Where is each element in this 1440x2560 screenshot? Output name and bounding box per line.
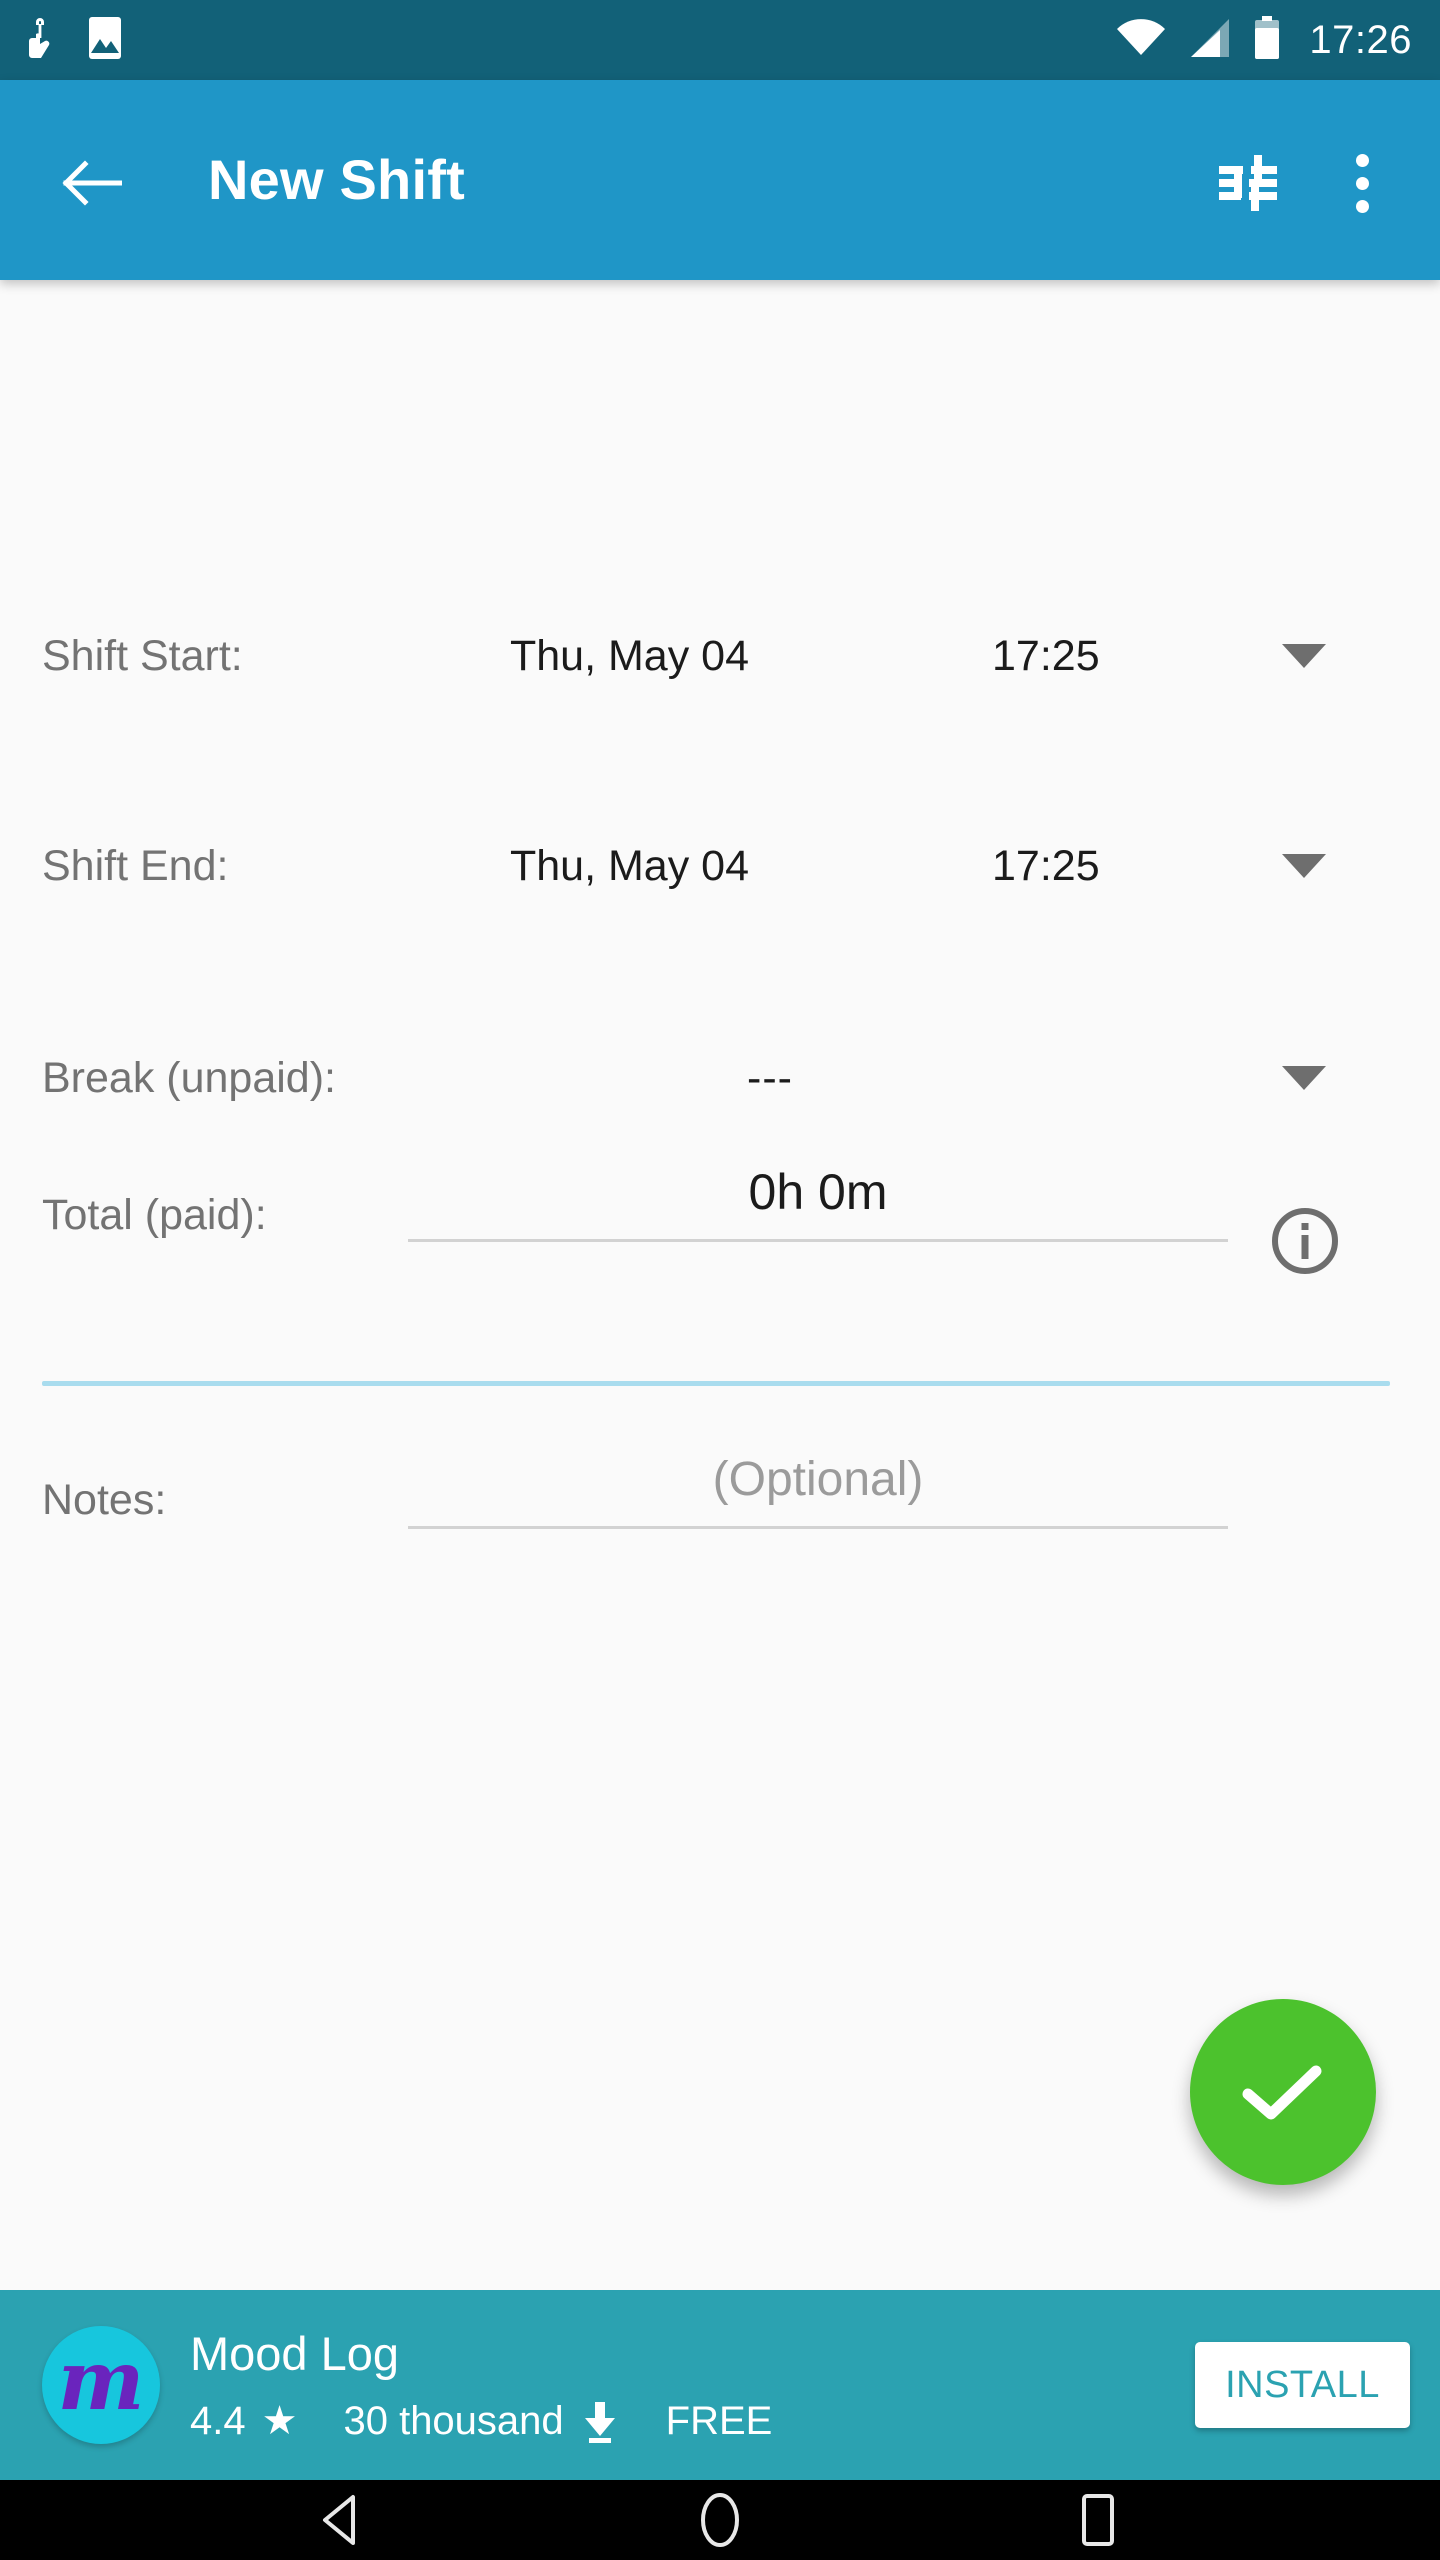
save-shift-fab[interactable] [1190, 1999, 1376, 2185]
ad-download-count: 30 thousand [343, 2398, 564, 2443]
ad-app-icon: m [42, 2326, 160, 2444]
nav-back-icon [323, 2495, 355, 2545]
shift-end-dropdown-icon[interactable] [1282, 854, 1326, 878]
wifi-icon [1115, 17, 1167, 64]
ad-app-meta: 4.4 ★ 30 thousand FREE [190, 2398, 772, 2444]
info-icon [1272, 1208, 1338, 1274]
shift-end-date[interactable]: Thu, May 04 [510, 842, 749, 891]
notes-placeholder: (Optional) [712, 1452, 924, 1506]
image-icon [88, 16, 122, 65]
break-value[interactable]: --- [747, 1054, 793, 1103]
android-screen: 17:26 New Shift Shift Start: Thu, May 04… [0, 0, 1440, 2560]
ad-banner[interactable]: m Mood Log 4.4 ★ 30 thousand FREE INSTAL… [0, 2290, 1440, 2480]
install-button-label: INSTALL [1225, 2363, 1380, 2406]
nav-back-button[interactable] [272, 2480, 412, 2560]
download-icon [580, 2398, 620, 2444]
section-divider [42, 1381, 1390, 1386]
break-label: Break (unpaid): [42, 1053, 336, 1102]
nav-home-button[interactable] [650, 2480, 790, 2560]
more-options-button[interactable] [1316, 137, 1408, 229]
star-icon: ★ [261, 2399, 298, 2444]
shift-form: Shift Start: Thu, May 04 17:25 Shift End… [0, 280, 1440, 2290]
back-button[interactable] [48, 140, 134, 226]
shift-end-time[interactable]: 17:25 [992, 842, 1100, 891]
status-bar-clock: 17:26 [1309, 17, 1412, 62]
install-button[interactable]: INSTALL [1195, 2342, 1410, 2428]
notes-field[interactable]: (Optional) [408, 1432, 1228, 1529]
nav-home-icon [701, 2493, 739, 2547]
more-options-icon [1355, 153, 1369, 213]
shift-start-date[interactable]: Thu, May 04 [510, 632, 749, 681]
shift-end-row[interactable]: Shift End: Thu, May 04 17:25 [0, 820, 1440, 912]
total-info-button[interactable] [1262, 1198, 1348, 1284]
touch-pointer-icon [26, 16, 64, 65]
status-bar-notification-icons [0, 16, 122, 65]
break-dropdown-icon[interactable] [1282, 1066, 1326, 1090]
nav-recent-button[interactable] [1028, 2480, 1168, 2560]
check-icon [1242, 2065, 1322, 2120]
total-label: Total (paid): [42, 1190, 267, 1239]
shift-start-time[interactable]: 17:25 [992, 632, 1100, 681]
battery-icon [1253, 15, 1281, 66]
shift-start-dropdown-icon[interactable] [1282, 644, 1326, 668]
system-navigation-bar [0, 2480, 1440, 2560]
app-bar: New Shift [0, 80, 1440, 280]
ad-app-name: Mood Log [190, 2327, 400, 2380]
ad-app-icon-letter: m [57, 2333, 145, 2429]
status-bar: 17:26 [0, 0, 1440, 80]
break-row[interactable]: Break (unpaid): --- [0, 1032, 1440, 1124]
total-field[interactable]: 0h 0m [408, 1145, 1228, 1242]
total-value: 0h 0m [748, 1164, 888, 1220]
notes-label: Notes: [42, 1475, 167, 1524]
ad-rating-value: 4.4 [190, 2398, 246, 2443]
back-arrow-icon [62, 160, 122, 206]
cellular-signal-icon [1187, 17, 1233, 64]
tune-icon [1219, 155, 1277, 211]
ad-price: FREE [665, 2398, 773, 2443]
page-title: New Shift [208, 148, 465, 211]
tune-button[interactable] [1202, 137, 1294, 229]
shift-start-label: Shift Start: [42, 631, 243, 680]
shift-end-label: Shift End: [42, 841, 229, 890]
nav-recent-icon [1082, 2494, 1114, 2546]
shift-start-row[interactable]: Shift Start: Thu, May 04 17:25 [0, 610, 1440, 702]
status-bar-system-icons: 17:26 [1115, 0, 1412, 80]
